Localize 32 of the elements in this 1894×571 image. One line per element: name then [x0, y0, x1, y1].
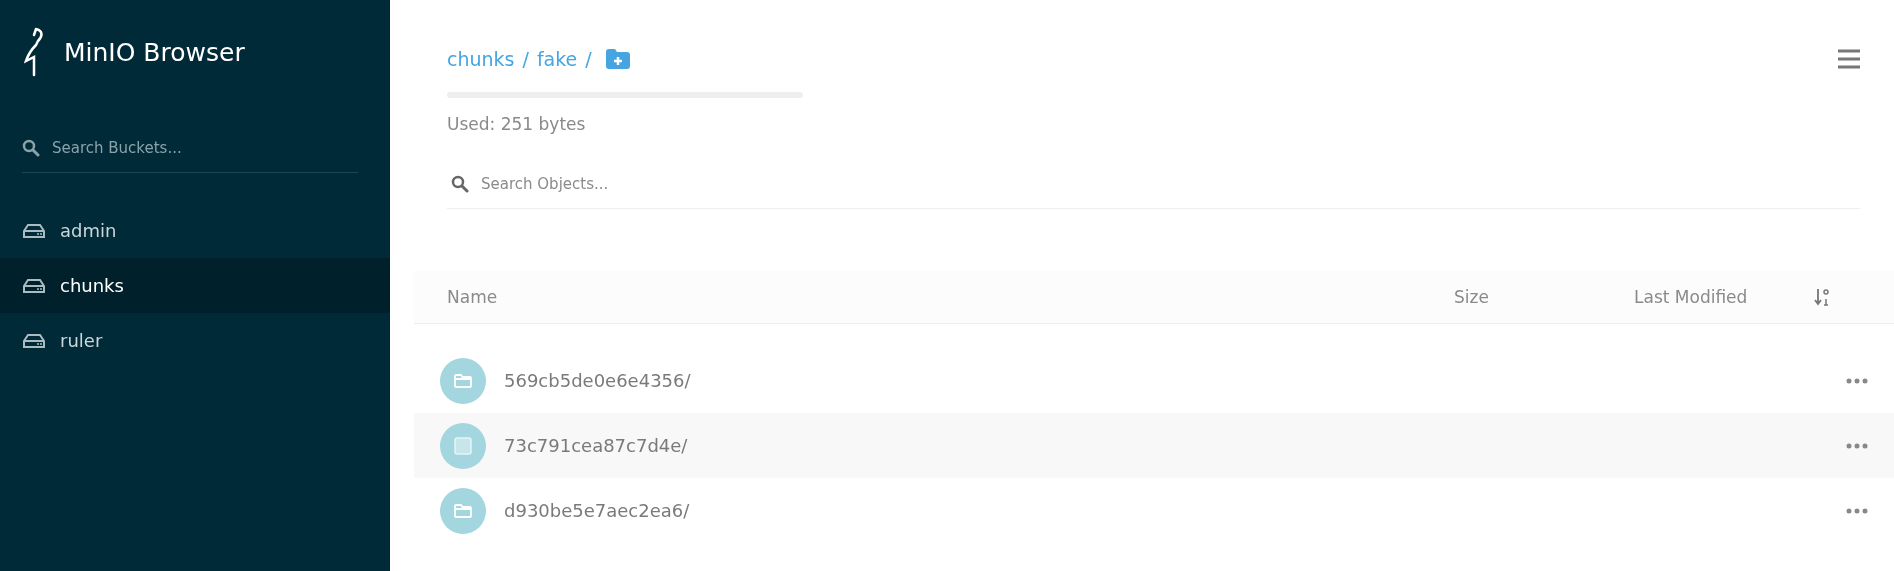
drive-icon [22, 277, 46, 294]
more-icon[interactable] [1846, 377, 1868, 384]
bucket-item[interactable]: chunks [0, 258, 390, 313]
column-header[interactable]: Last Modified [1634, 287, 1814, 307]
search-icon [22, 139, 40, 157]
checkbox-icon[interactable] [440, 422, 486, 469]
breadcrumb-separator: / [585, 48, 592, 70]
object-name[interactable]: d930be5e7aec2ea6/ [504, 500, 1846, 521]
breadcrumb-link[interactable]: chunks [447, 48, 515, 70]
drive-icon [22, 332, 46, 349]
add-folder-icon[interactable] [605, 49, 630, 69]
more-icon[interactable] [1846, 442, 1868, 449]
object-name[interactable]: 569cb5de0e6e4356/ [504, 370, 1846, 391]
bucket-search-field[interactable]: Search Buckets... [50, 138, 334, 158]
bucket-item[interactable]: admin [0, 203, 390, 258]
object-row[interactable]: 73c791cea87c7d4e/ [414, 413, 1894, 478]
object-name[interactable]: 73c791cea87c7d4e/ [504, 435, 1846, 456]
app-title: MinIO Browser [64, 37, 245, 67]
object-row[interactable]: d930be5e7aec2ea6/ [414, 478, 1894, 543]
menu-icon[interactable] [1838, 49, 1860, 69]
usage-text: Used: 251 bytes [447, 114, 587, 134]
breadcrumb-separator: / [522, 48, 529, 70]
bucket-item[interactable]: ruler [0, 313, 390, 368]
column-header[interactable]: Size [1454, 287, 1634, 307]
drive-icon [22, 222, 46, 239]
bird-logo-icon [22, 27, 46, 77]
sort-icon[interactable] [1814, 288, 1830, 306]
object-row[interactable]: 569cb5de0e6e4356/ [414, 348, 1894, 413]
more-icon[interactable] [1846, 507, 1868, 514]
column-header[interactable]: Name [447, 287, 1454, 307]
search-icon [451, 175, 469, 193]
breadcrumb-link[interactable]: fake [536, 48, 578, 70]
